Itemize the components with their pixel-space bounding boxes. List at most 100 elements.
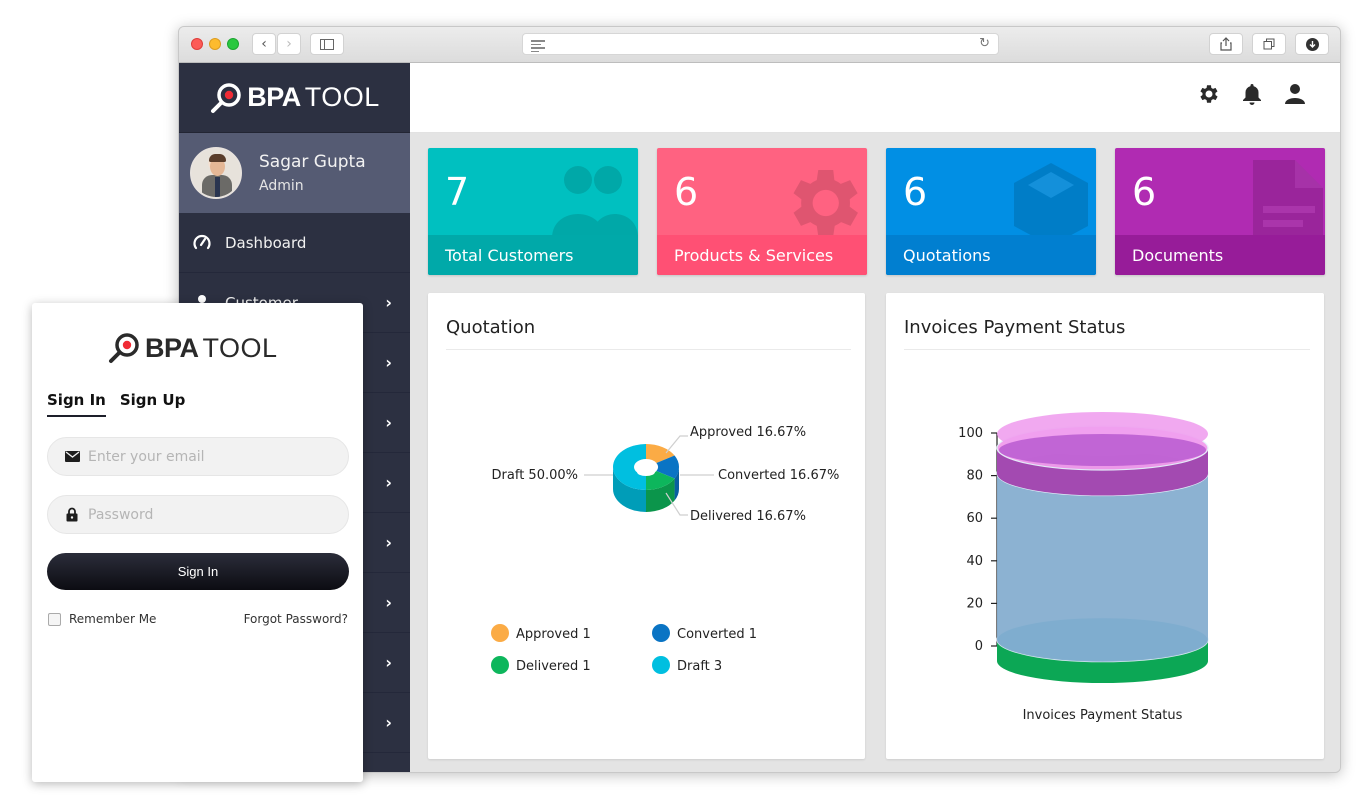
avatar <box>190 147 242 199</box>
logo-text-light: TOOL <box>202 332 278 363</box>
tile-label: Total Customers <box>428 235 638 275</box>
tile-value: 6 <box>903 170 928 214</box>
user-icon[interactable] <box>1282 81 1308 107</box>
login-panel: BPA TOOL Sign In Sign Up Sign In Remembe… <box>32 303 363 782</box>
user-profile-card[interactable]: Sagar Gupta Admin <box>179 133 410 213</box>
remember-me-checkbox[interactable] <box>48 612 61 626</box>
password-field[interactable] <box>47 495 349 534</box>
login-logo: BPA TOOL <box>107 331 278 365</box>
close-window-button[interactable] <box>191 38 203 50</box>
pie-data-label: Approved 16.67% <box>690 425 806 440</box>
pie-data-label: Delivered 16.67% <box>690 509 806 524</box>
chevron-right-icon: › <box>385 353 392 372</box>
tile-label: Documents <box>1115 235 1325 275</box>
tile-quotations[interactable]: 6 Quotations <box>886 148 1096 275</box>
forward-button[interactable]: › <box>277 33 301 55</box>
downloads-button[interactable] <box>1295 33 1329 55</box>
invoice-cylinder-chart: 0 20 40 60 80 100 Invoices Payment Status <box>958 412 1209 723</box>
tabs-icon <box>1263 38 1275 50</box>
chevron-right-icon: › <box>385 713 392 732</box>
tile-total-customers[interactable]: 7 Total Customers <box>428 148 638 275</box>
tab-sign-up[interactable]: Sign Up <box>120 391 186 417</box>
y-tick-label: 0 <box>975 639 983 654</box>
chevron-right-icon: › <box>385 533 392 552</box>
speedometer-icon <box>191 232 213 254</box>
password-input[interactable] <box>88 506 328 523</box>
cylinder-inner-top <box>999 434 1206 466</box>
magnifier-logo-icon <box>109 333 139 363</box>
tile-value: 6 <box>1132 170 1157 214</box>
address-bar[interactable]: ↻ <box>522 33 999 55</box>
auth-tabs: Sign In Sign Up <box>47 391 185 417</box>
invoice-card: Invoices Payment Status 0 20 40 60 80 100 Invo… <box>886 293 1324 759</box>
bell-icon[interactable] <box>1239 81 1265 107</box>
quotation-pie-chart: Approved 16.67% Converted 16.67% Delivered… <box>491 425 839 674</box>
tile-label: Quotations <box>886 235 1096 275</box>
lock-icon <box>64 507 80 522</box>
legend-marker <box>491 624 509 642</box>
gear-icon[interactable] <box>1196 81 1222 107</box>
forward-icon: › <box>286 36 292 52</box>
chevron-right-icon: › <box>385 593 392 612</box>
share-icon <box>1220 37 1232 51</box>
envelope-icon <box>64 451 80 462</box>
y-tick-label: 60 <box>966 511 983 526</box>
reader-icon[interactable] <box>531 40 545 54</box>
tile-value: 6 <box>674 170 699 214</box>
sidebar-item-dashboard[interactable]: Dashboard <box>179 213 410 273</box>
y-tick-label: 40 <box>966 554 983 569</box>
email-field[interactable] <box>47 437 349 476</box>
share-button[interactable] <box>1209 33 1243 55</box>
remember-me[interactable]: Remember Me <box>48 612 156 626</box>
sign-in-button[interactable]: Sign In <box>47 553 349 590</box>
y-tick-label: 20 <box>966 596 983 611</box>
forgot-password-link[interactable]: Forgot Password? <box>244 612 348 626</box>
legend-label: Approved 1 <box>516 627 591 642</box>
doughnut-hole <box>637 468 655 476</box>
sidebar-item-label: Dashboard <box>225 233 307 252</box>
minimize-window-button[interactable] <box>209 38 221 50</box>
back-icon: ‹ <box>261 36 267 52</box>
legend-marker <box>652 656 670 674</box>
tab-sign-in[interactable]: Sign In <box>47 391 106 417</box>
reload-icon[interactable]: ↻ <box>979 36 990 51</box>
tile-label: Products & Services <box>657 235 867 275</box>
y-tick-label: 80 <box>966 469 983 484</box>
screenshot-stage: ‹ › ↻ BPA TOOL Sagar Gupta Admin Dashboa… <box>0 0 1367 800</box>
user-role: Admin <box>259 178 304 194</box>
browser-toolbar: ‹ › ↻ <box>179 27 1340 63</box>
maximize-window-button[interactable] <box>227 38 239 50</box>
pie-data-label: Draft 50.00% <box>492 468 578 483</box>
dashboard-content: 7 Total Customers 6 Products & Services … <box>410 133 1340 772</box>
sidebar-logo-area: BPA TOOL <box>179 63 410 133</box>
y-tick-label: 100 <box>958 426 983 441</box>
remember-me-label: Remember Me <box>69 612 157 626</box>
sidebar-icon <box>320 38 334 50</box>
chevron-right-icon: › <box>385 473 392 492</box>
legend-label: Converted 1 <box>677 627 757 642</box>
download-icon <box>1305 37 1319 51</box>
logo-text-bold: BPA <box>247 82 301 112</box>
app-logo[interactable]: BPA TOOL <box>209 81 380 115</box>
user-name: Sagar Gupta <box>259 152 366 172</box>
x-axis-label: Invoices Payment Status <box>1023 708 1183 723</box>
chevron-right-icon: › <box>385 413 392 432</box>
logo-text-bold: BPA <box>145 332 199 363</box>
sidebar-toggle-button[interactable] <box>310 33 344 55</box>
top-header <box>410 63 1340 133</box>
legend-label: Delivered 1 <box>516 659 591 674</box>
pie-data-label: Converted 16.67% <box>718 468 839 483</box>
email-input[interactable] <box>88 448 328 465</box>
tile-products-services[interactable]: 6 Products & Services <box>657 148 867 275</box>
tile-documents[interactable]: 6 Documents <box>1115 148 1325 275</box>
chevron-right-icon: › <box>385 653 392 672</box>
magnifier-logo-icon <box>211 82 241 113</box>
leader-line <box>665 435 688 454</box>
chevron-right-icon: › <box>385 293 392 312</box>
back-button[interactable]: ‹ <box>252 33 276 55</box>
tile-value: 7 <box>445 170 470 214</box>
tabs-button[interactable] <box>1252 33 1286 55</box>
legend-marker <box>652 624 670 642</box>
legend-marker <box>491 656 509 674</box>
legend-label: Draft 3 <box>677 659 722 674</box>
